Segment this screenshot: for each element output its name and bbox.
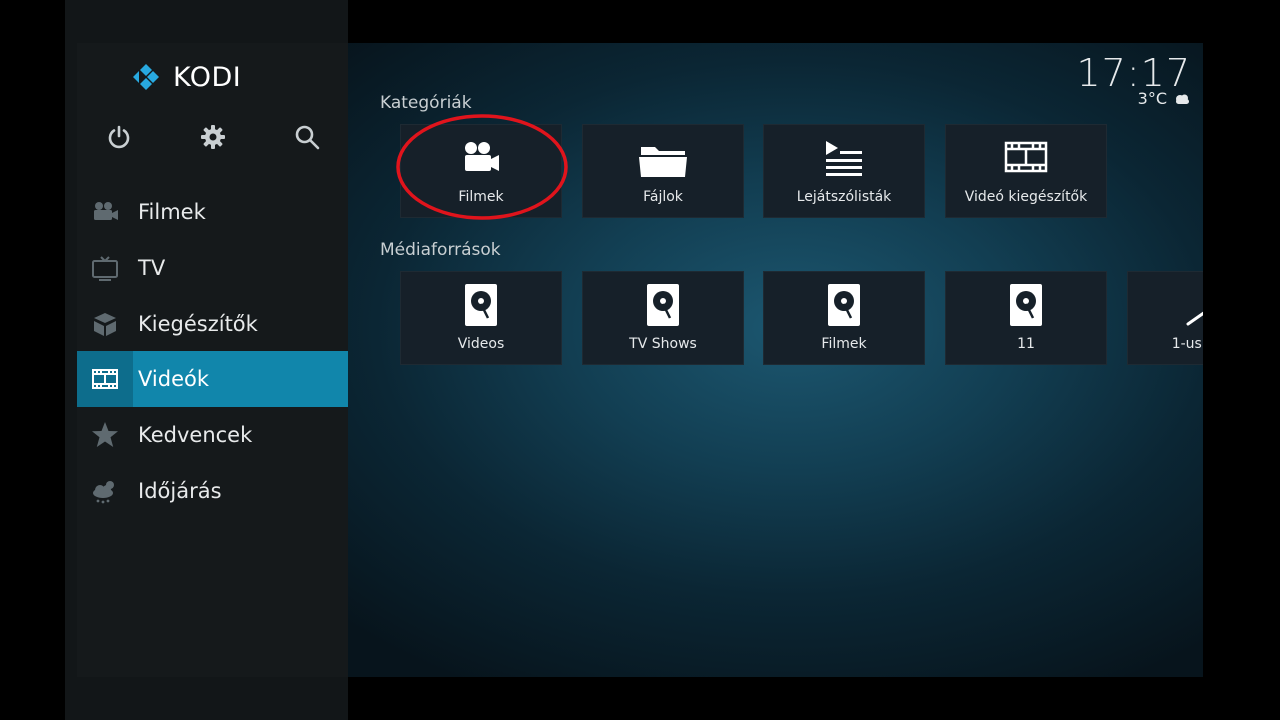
section-title-categories: Kategóriák [380, 93, 472, 113]
tile-label: Lejátszólisták [796, 189, 892, 205]
brand-name: KODI [173, 61, 242, 93]
tile-label: Fájlok [643, 189, 683, 205]
tile-label: 11 [1017, 336, 1035, 352]
usb-icon [1186, 311, 1203, 326]
kodi-app: KODI Filmek TV Kiegészítők Videók Kedven… [77, 43, 1203, 677]
sidebar-item-label: Időjárás [138, 479, 222, 503]
sidebar-icon-box [77, 463, 133, 519]
power-icon[interactable] [105, 123, 133, 151]
sidebar-icon-box [77, 296, 133, 352]
sidebar-item-filmek[interactable]: Filmek [77, 184, 348, 240]
category-tile-video-kiegeszitok[interactable]: Videó kiegészítők [945, 124, 1107, 218]
sidebar-item-label: Filmek [138, 200, 206, 224]
gear-icon[interactable] [199, 123, 227, 151]
sidebar-item-kiegeszitok[interactable]: Kiegészítők [77, 296, 348, 352]
tile-label: Videó kiegészítők [964, 189, 1088, 205]
tile-label: Videos [457, 336, 505, 352]
source-tile-filmek[interactable]: Filmek [763, 271, 925, 365]
sidebar: KODI Filmek TV Kiegészítők Videók Kedven… [77, 43, 348, 677]
tile-label: Filmek [458, 189, 504, 205]
sidebar-item-label: Kiegészítők [138, 312, 258, 336]
hard-drive-icon [647, 284, 679, 326]
folder-icon [639, 147, 687, 177]
cloud-icon [1176, 94, 1189, 104]
star-icon [92, 422, 118, 447]
category-tile-fajlok[interactable]: Fájlok [582, 124, 744, 218]
tile-label: Filmek [821, 336, 867, 352]
hard-drive-icon [465, 284, 497, 326]
section-title-media-sources: Médiaforrások [380, 240, 501, 260]
hard-drive-icon [828, 284, 860, 326]
sidebar-item-videok[interactable]: Videók [77, 351, 348, 407]
sidebar-item-label: Videók [138, 367, 209, 391]
source-tile-usb[interactable]: 1-usb-Hita [1127, 271, 1203, 365]
movie-camera-icon [465, 142, 499, 171]
tile-label: 1-usb-Hita [1171, 336, 1203, 352]
source-tile-tv-shows[interactable]: TV Shows [582, 271, 744, 365]
kodi-logo-icon [133, 64, 159, 90]
hard-drive-icon [1010, 284, 1042, 326]
search-icon[interactable] [293, 123, 321, 151]
playlist-icon [826, 141, 862, 176]
film-strip-icon [1004, 141, 1048, 173]
source-tile-videos[interactable]: Videos [400, 271, 562, 365]
sidebar-item-tv[interactable]: TV [77, 240, 348, 296]
kodi-logo[interactable]: KODI [129, 59, 241, 95]
weather-info: 3°C [1138, 89, 1191, 108]
category-tile-filmek[interactable]: Filmek [400, 124, 562, 218]
tile-label: TV Shows [629, 336, 697, 352]
sidebar-icon-box [77, 407, 133, 463]
weather-icon [93, 481, 114, 504]
film-strip-icon [92, 369, 118, 389]
sidebar-icon-box [77, 351, 133, 407]
addon-box-icon [94, 313, 116, 336]
tv-icon [92, 256, 118, 281]
sidebar-item-kedvencek[interactable]: Kedvencek [77, 407, 348, 463]
movie-camera-icon [94, 202, 118, 220]
temperature: 3°C [1137, 89, 1167, 108]
sidebar-item-idojaras[interactable]: Időjárás [77, 463, 348, 519]
sidebar-icon-box [77, 240, 133, 296]
sidebar-item-label: Kedvencek [138, 423, 253, 447]
category-tile-lejatszolistak[interactable]: Lejátszólisták [763, 124, 925, 218]
sidebar-item-label: TV [138, 256, 166, 280]
sidebar-icon-box [77, 184, 133, 240]
source-tile-11[interactable]: 11 [945, 271, 1107, 365]
